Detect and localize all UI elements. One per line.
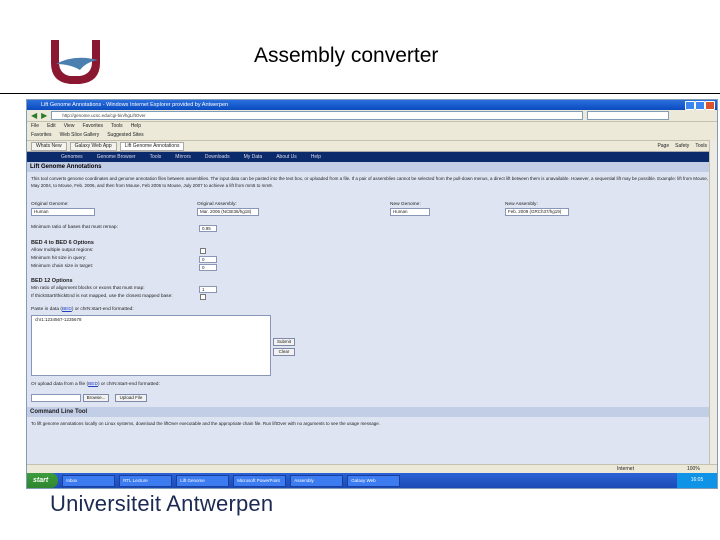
min-hit-label: Minimum hit size in query: [31,256,87,261]
section-title: Lift Genome Annotations [27,162,717,172]
search-input[interactable] [587,111,670,120]
nav-my-data[interactable]: My Data [244,152,263,162]
upload-file-button[interactable]: Upload File [115,394,147,402]
url-input[interactable]: http://genome.ucsc.edu/cgi-bin/hgLiftOve… [51,111,584,120]
new-assembly-label: New Assembly: [505,202,538,207]
page-menu[interactable]: Page [657,143,669,149]
nav-about-us[interactable]: About Us [276,152,297,162]
menu-file[interactable]: File [31,122,39,130]
upload-bed-link[interactable]: BED [88,382,98,387]
nav-help[interactable]: Help [311,152,321,162]
paste-bed-link[interactable]: BED [62,307,72,312]
min-ratio-label: Minimum ratio of bases that must remap: [31,225,118,230]
min-chain-label: Minimum chain size in target: [31,264,94,269]
taskbar-item-inbox[interactable]: Inbox [62,474,116,487]
allow-multiple-label: Allow multiple output regions: [31,248,94,253]
footer-university-name: Universiteit Antwerpen [50,491,274,516]
start-button[interactable]: start [27,473,59,488]
original-genome-select[interactable]: Human [31,208,95,216]
favorites-bar: Favorites Web Slice Gallery Suggested Si… [27,130,717,141]
taskbar-item-lecture[interactable]: RTL Lecture [119,474,173,487]
favorite-web-slice[interactable]: Web Slice Gallery [60,130,100,140]
tab-galaxy[interactable]: Galaxy Web App [69,141,117,151]
window-titlebar: Lift Genome Annotations - Windows Intern… [27,100,717,110]
min-ratio-exon-label: Min ratio of alignment blocks or exons t… [31,286,145,291]
min-chain-input[interactable]: 0 [199,264,217,271]
taskbar-item-assembly[interactable]: Assembly [290,474,344,487]
bed12-header: BED 12 Options [31,278,73,284]
taskbar-item-lift-genome[interactable]: Lift Genome [176,474,230,487]
favorites-button[interactable]: Favorites [31,130,52,140]
system-clock: 16:05 [677,473,717,488]
taskbar-item-galaxy[interactable]: Galaxy Web [347,474,401,487]
site-nav: Genomes Genome Browser Tools Mirrors Dow… [27,152,717,162]
nav-downloads[interactable]: Downloads [205,152,230,162]
original-assembly-select[interactable]: Mar. 2006 (NCBI36/hg18) [197,208,259,216]
back-icon[interactable]: ◀ [31,111,37,120]
original-genome-label: Original Genome: [31,202,69,207]
menu-view[interactable]: View [64,122,75,130]
close-button[interactable] [705,101,715,110]
clear-button[interactable]: Clear [273,348,295,356]
liftover-page: Lift Genome Annotations This tool conver… [27,162,717,480]
command-line-header: Command Line Tool [27,407,710,417]
forward-icon[interactable]: ▶ [41,111,47,120]
min-hit-input[interactable]: 0 [199,256,217,263]
new-genome-select[interactable]: Human [390,208,430,216]
menu-help[interactable]: Help [131,122,141,130]
title-divider [0,93,720,94]
minimize-button[interactable] [685,101,695,110]
browse-button[interactable]: Browse... [83,394,109,402]
paste-label-text: Paste in data [31,307,60,312]
new-assembly-select[interactable]: Feb. 2009 (GRCh37/hg19) [505,208,569,216]
taskbar-item-powerpoint[interactable]: Microsoft PowerPoint [233,474,287,487]
paste-label: Paste in data (BED) or chrN:start-end fo… [31,307,134,312]
menu-bar: File Edit View Favorites Tools Help [27,122,717,130]
thickstart-label: If thickStart/thickEnd is not mapped, us… [31,294,173,299]
bed4-header: BED 4 to BED 6 Options [31,240,94,246]
university-logo [46,38,106,91]
min-ratio-exon-input[interactable]: 1 [199,286,217,293]
menu-edit[interactable]: Edit [47,122,56,130]
original-assembly-label: Original Assembly: [197,202,237,207]
tab-whats-new[interactable]: Whats New [31,141,67,151]
allow-multiple-checkbox[interactable] [200,248,206,254]
paste-suffix: or chrN:start-end formatted: [74,307,134,312]
submit-button[interactable]: Submit [273,338,295,346]
menu-favorites[interactable]: Favorites [82,122,103,130]
tools-menu[interactable]: Tools [695,143,707,149]
favorite-suggested[interactable]: Suggested Sites [107,130,143,140]
tab-lift-genome[interactable]: Lift Genome Annotations [119,141,185,151]
min-ratio-input[interactable]: 0.95 [199,225,217,232]
thickstart-checkbox[interactable] [200,294,206,300]
file-path-input[interactable] [31,394,81,402]
new-genome-label: New Genome: [390,202,421,207]
data-textarea[interactable]: chr1:1234567-1235678 [31,315,271,376]
nav-genome-browser[interactable]: Genome Browser [97,152,136,162]
address-bar-row: ◀ ▶ http://genome.ucsc.edu/cgi-bin/hgLif… [27,110,717,122]
taskbar: start Inbox RTL Lecture Lift Genome Micr… [27,473,717,488]
safety-menu[interactable]: Safety [675,143,689,149]
menu-tools[interactable]: Tools [111,122,123,130]
slide-title: Assembly converter [254,44,439,67]
tab-strip: Whats New Galaxy Web App Lift Genome Ann… [27,141,717,152]
vertical-scrollbar[interactable] [709,140,717,478]
upload-label-text: Or upload data from a file [31,382,86,387]
nav-genomes[interactable]: Genomes [61,152,83,162]
command-line-text: To lift genome annotations locally on Li… [31,421,380,426]
browser-screenshot: Lift Genome Annotations - Windows Intern… [26,99,718,489]
window-title: Lift Genome Annotations - Windows Intern… [41,102,229,108]
intro-text: This tool converts genome coordinates an… [31,176,709,188]
maximize-button[interactable] [695,101,705,110]
nav-mirrors[interactable]: Mirrors [175,152,191,162]
upload-suffix: or chrN:start-end formatted: [100,382,160,387]
upload-label: Or upload data from a file (BED) or chrN… [31,382,160,387]
nav-tools[interactable]: Tools [150,152,162,162]
